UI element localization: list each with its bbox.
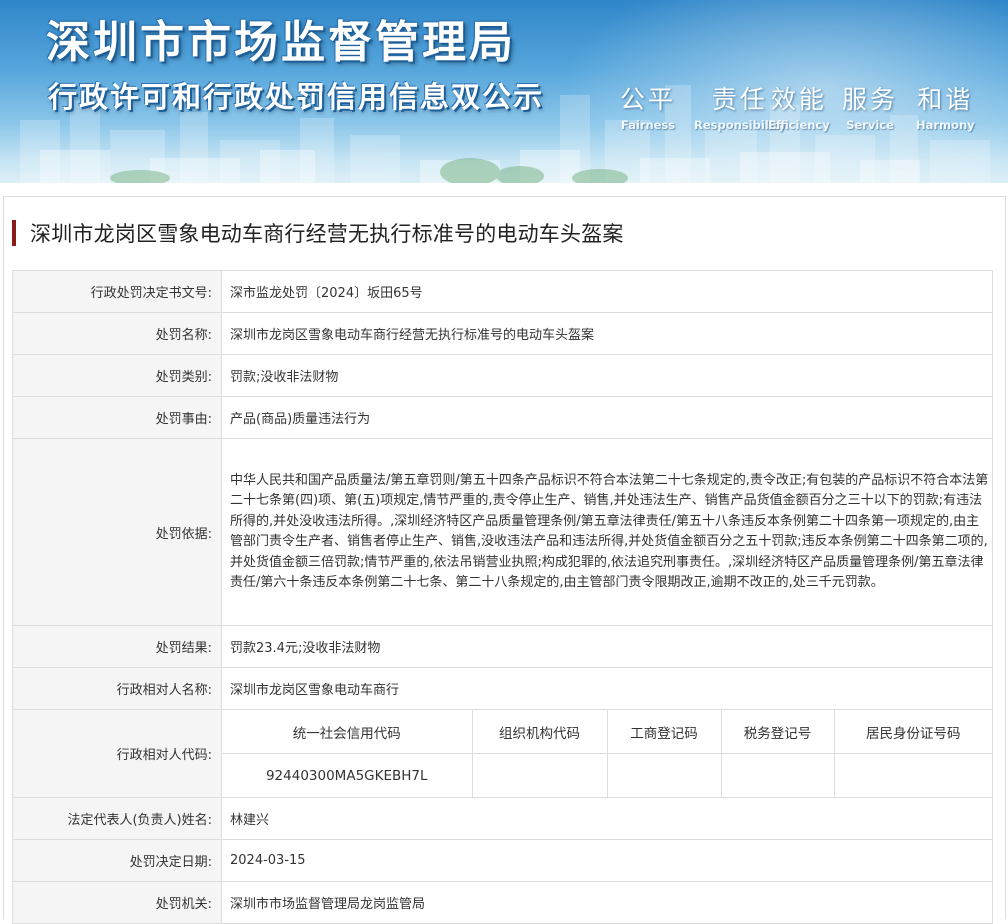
- slogan-fairness: 公平 Fairness: [620, 80, 676, 132]
- code-header-row: 统一社会信用代码 组织机构代码 工商登记码 税务登记号 居民身份证号码: [222, 710, 992, 754]
- slogan-cn: 和谐: [917, 85, 974, 114]
- credit-code-value: 92440300MA5GKEBH7L: [265, 767, 428, 784]
- slogan-en: Service: [846, 118, 894, 132]
- code-header: 居民身份证号码: [833, 710, 992, 754]
- party-code-table: 统一社会信用代码 组织机构代码 工商登记码 税务登记号 居民身份证号码 9244…: [222, 710, 992, 797]
- table-row: 处罚名称: 深圳市龙岗区雪象电动车商行经营无执行标准号的电动车头盔案: [12, 312, 993, 355]
- code-header: 税务登记号: [720, 710, 834, 754]
- slogan-harmony: 和谐 Harmony: [916, 80, 975, 132]
- slogan-service: 服务 Service: [842, 80, 898, 132]
- table-row: 处罚机关: 深圳市市场监督管理局龙岗监管局: [12, 881, 993, 924]
- field-label: 处罚决定日期:: [12, 839, 222, 882]
- field-label: 处罚结果:: [12, 625, 222, 668]
- field-label: 处罚机关:: [12, 881, 222, 924]
- field-label: 处罚依据:: [12, 438, 222, 626]
- field-label: 行政相对人代码:: [12, 709, 222, 798]
- table-row: 法定代表人(负责人)姓名: 林建兴: [12, 797, 993, 840]
- slogan-cn: 效能: [770, 85, 827, 114]
- slogan-cn: 服务: [842, 85, 899, 114]
- title-accent-bar: [12, 220, 16, 246]
- table-row: 行政处罚决定书文号: 深市监龙处罚〔2024〕坂田65号: [12, 270, 993, 313]
- code-header: 工商登记码: [606, 710, 721, 754]
- authority-value: 深圳市市场监督管理局龙岗监管局: [221, 881, 993, 924]
- field-label: 行政相对人名称:: [12, 667, 222, 710]
- field-label: 行政处罚决定书文号:: [12, 270, 222, 313]
- slogan-en: Harmony: [916, 118, 975, 132]
- table-row: 行政相对人名称: 深圳市龙岗区雪象电动车商行: [12, 667, 993, 710]
- table-row: 处罚依据: 中华人民共和国产品质量法/第五章罚则/第五十四条产品标识不符合本法第…: [12, 438, 993, 626]
- penalty-name-value: 深圳市龙岗区雪象电动车商行经营无执行标准号的电动车头盔案: [221, 312, 993, 355]
- penalty-basis-value: 中华人民共和国产品质量法/第五章罚则/第五十四条产品标识不符合本法第二十七条规定…: [221, 438, 993, 626]
- penalty-info-table: 行政处罚决定书文号: 深市监龙处罚〔2024〕坂田65号 处罚名称: 深圳市龙岗…: [12, 270, 993, 924]
- field-label: 法定代表人(负责人)姓名:: [12, 797, 222, 840]
- table-row: 处罚决定日期: 2024-03-15: [12, 839, 993, 882]
- case-title-text: 深圳市龙岗区雪象电动车商行经营无执行标准号的电动车头盔案: [30, 222, 624, 246]
- case-title: 深圳市龙岗区雪象电动车商行经营无执行标准号的电动车头盔案: [12, 218, 624, 248]
- table-row: 处罚类别: 罚款;没收非法财物: [12, 354, 993, 397]
- slogan-cn: 公平: [620, 85, 677, 114]
- slogan-efficiency: 效能 Efficiency: [768, 80, 830, 132]
- org-code-value: [471, 753, 607, 797]
- penalty-result-value: 罚款23.4元;没收非法财物: [221, 625, 993, 668]
- table-row: 处罚事由: 产品(商品)质量违法行为: [12, 396, 993, 439]
- legal-rep-value: 林建兴: [221, 797, 993, 840]
- penalty-type-value: 罚款;没收非法财物: [221, 354, 993, 397]
- business-reg-value: [606, 753, 721, 797]
- field-label: 处罚名称:: [12, 312, 222, 355]
- party-code-cell: 统一社会信用代码 组织机构代码 工商登记码 税务登记号 居民身份证号码 9244…: [221, 709, 993, 798]
- code-header: 统一社会信用代码: [222, 710, 472, 754]
- field-label: 处罚事由:: [12, 396, 222, 439]
- table-row: 行政相对人代码: 统一社会信用代码 组织机构代码 工商登记码 税务登记号 居民身…: [12, 709, 993, 798]
- decision-date-value: 2024-03-15: [221, 839, 993, 882]
- code-header: 组织机构代码: [471, 710, 607, 754]
- tax-reg-value: [720, 753, 834, 797]
- party-name-value: 深圳市龙岗区雪象电动车商行: [221, 667, 993, 710]
- table-row: 处罚结果: 罚款23.4元;没收非法财物: [12, 625, 993, 668]
- slogan-en: Fairness: [620, 118, 676, 132]
- id-card-value: [833, 753, 992, 797]
- site-title: 深圳市市场监督管理局: [46, 17, 516, 68]
- slogan-en: Efficiency: [768, 118, 830, 132]
- decision-number-value: 深市监龙处罚〔2024〕坂田65号: [221, 270, 993, 313]
- field-label: 处罚类别:: [12, 354, 222, 397]
- site-subtitle: 行政许可和行政处罚信用信息双公示: [48, 80, 545, 114]
- code-value-row: 92440300MA5GKEBH7L: [222, 753, 992, 797]
- penalty-reason-value: 产品(商品)质量违法行为: [221, 396, 993, 439]
- header-banner: 深圳市市场监督管理局 行政许可和行政处罚信用信息双公示 公平 Fairness …: [0, 0, 1008, 183]
